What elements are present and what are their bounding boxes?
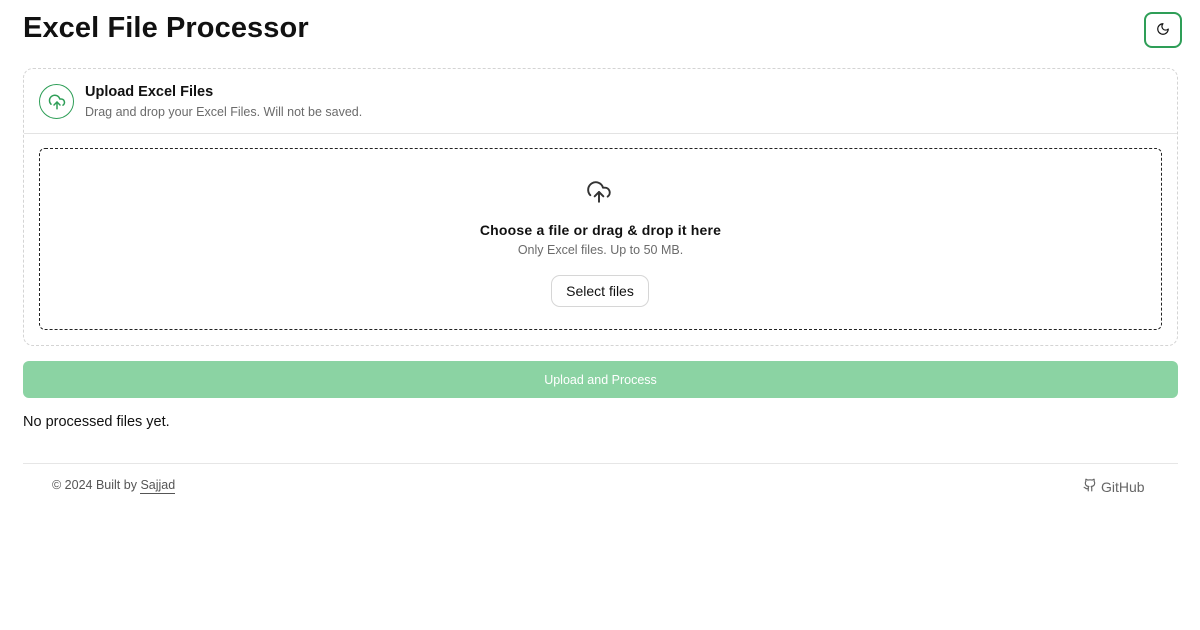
- upload-and-process-button[interactable]: Upload and Process: [23, 361, 1178, 398]
- copyright-text: © 2024 Built by: [52, 478, 137, 492]
- github-link[interactable]: GitHub: [1083, 478, 1145, 495]
- author-link[interactable]: Sajjad: [140, 478, 176, 494]
- page-title: Excel File Processor: [23, 12, 309, 44]
- dropzone-subtitle: Only Excel files. Up to 50 MB.: [517, 243, 684, 257]
- cloud-upload-icon: [39, 84, 74, 119]
- page: Excel File Processor Upload Excel Files …: [0, 0, 1200, 630]
- dropzone-title: Choose a file or drag & drop it here: [479, 222, 722, 238]
- upload-card: Upload Excel Files Drag and drop your Ex…: [23, 68, 1178, 346]
- moon-icon: [1156, 22, 1170, 39]
- theme-toggle-button[interactable]: [1144, 12, 1182, 48]
- file-dropzone[interactable]: Choose a file or drag & drop it here Onl…: [39, 148, 1162, 330]
- processed-files-empty-message: No processed files yet.: [23, 414, 170, 430]
- github-icon: [1083, 478, 1097, 495]
- github-label: GitHub: [1101, 478, 1145, 495]
- footer-copyright: © 2024 Built by Sajjad: [52, 478, 176, 494]
- select-files-button[interactable]: Select files: [551, 275, 649, 307]
- upload-card-header: Upload Excel Files Drag and drop your Ex…: [24, 69, 1177, 134]
- footer-divider: [23, 463, 1178, 464]
- upload-card-title: Upload Excel Files: [85, 84, 214, 100]
- upload-card-subtitle: Drag and drop your Excel Files. Will not…: [85, 105, 363, 119]
- cloud-upload-icon: [586, 179, 612, 205]
